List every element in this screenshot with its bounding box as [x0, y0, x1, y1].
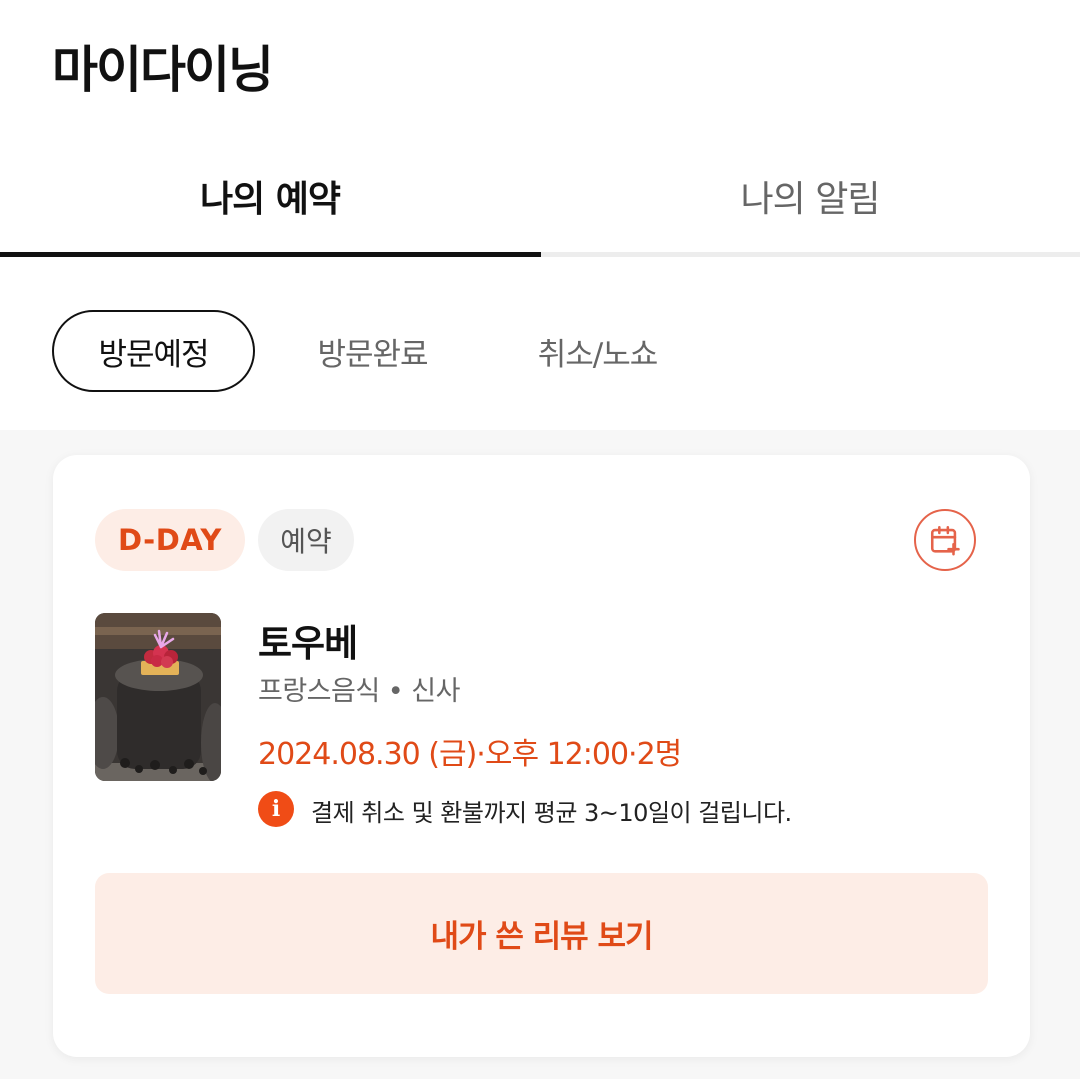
tab-my-reservations[interactable]: 나의 예약	[0, 140, 540, 252]
restaurant-thumbnail[interactable]	[95, 613, 221, 781]
tab-bar: 나의 예약 나의 알림	[0, 140, 1080, 258]
reservation-card[interactable]: D-DAY 예약 토우베 프랑스음식 • 신사 2024.08.30 (금)·오…	[53, 455, 1030, 1057]
add-to-calendar-button[interactable]	[914, 509, 976, 571]
restaurant-photo	[95, 613, 221, 781]
view-my-review-button[interactable]: 내가 쓴 리뷰 보기	[95, 873, 988, 994]
dday-badge: D-DAY	[95, 509, 245, 571]
header-area: 마이다이닝 나의 예약 나의 알림 방문예정 방문완료 취소/노쇼	[0, 0, 1080, 430]
restaurant-name[interactable]: 토우베	[258, 613, 358, 667]
filter-chip-upcoming[interactable]: 방문예정	[52, 310, 255, 392]
status-badge: 예약	[258, 509, 354, 571]
page-title: 마이다이닝	[52, 41, 274, 99]
refund-notice: 결제 취소 및 환불까지 평균 3~10일이 걸립니다.	[311, 799, 792, 827]
filter-chip-cancelled-noshow[interactable]: 취소/노쇼	[510, 310, 685, 392]
active-tab-indicator	[0, 252, 541, 257]
reservation-datetime: 2024.08.30 (금)·오후 12:00·2명	[258, 737, 682, 772]
calendar-add-icon	[930, 525, 960, 556]
restaurant-meta: 프랑스음식 • 신사	[258, 676, 460, 707]
tab-my-notifications[interactable]: 나의 알림	[540, 140, 1080, 252]
filter-chip-visited[interactable]: 방문완료	[290, 310, 455, 392]
info-icon: i	[258, 791, 294, 827]
